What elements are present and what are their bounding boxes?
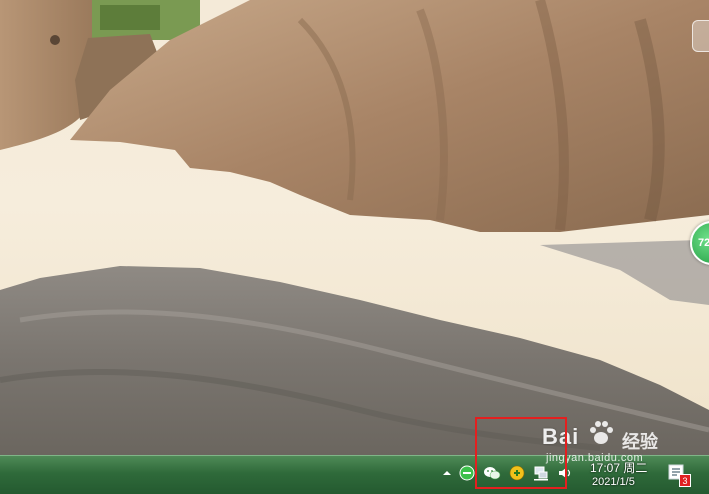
desktop-wallpaper: 72 xyxy=(0,0,709,455)
watermark-cn: 经验 xyxy=(622,432,658,452)
highlight-annotation-box xyxy=(475,417,567,489)
baidu-paw-icon xyxy=(590,421,613,444)
gadget-label: 72 xyxy=(698,237,709,249)
notification-badge: 3 xyxy=(679,474,691,487)
clock-date: 2021/1/5 xyxy=(592,476,635,488)
desktop-widget-edge[interactable] xyxy=(692,20,709,52)
up-arrow-icon[interactable] xyxy=(438,464,456,482)
beach-rocks-wallpaper xyxy=(0,0,709,455)
green-360-icon[interactable] xyxy=(458,464,476,482)
